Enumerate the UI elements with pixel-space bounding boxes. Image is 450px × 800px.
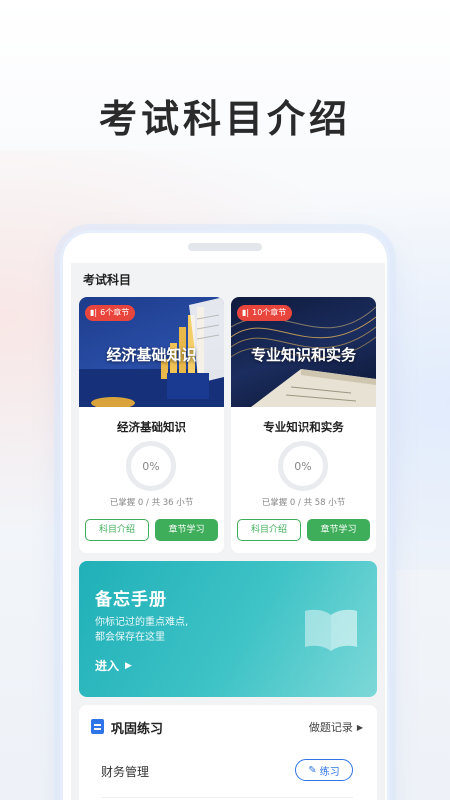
chevron-right-icon: ▶ [125, 660, 132, 671]
memo-enter-link[interactable]: 进入 ▶ [95, 657, 132, 674]
phone-frame: 考试科目 ▮| 6个章节 经济基础知识 经济基础知识 0% 已掌握 0 / 共 … [60, 230, 390, 800]
subject-card-economics[interactable]: ▮| 6个章节 经济基础知识 经济基础知识 0% 已掌握 0 / 共 36 小节… [79, 297, 224, 553]
section-title: 考试科目 [83, 273, 132, 287]
practice-button[interactable]: ✎ 练习 [295, 759, 353, 781]
progress-percent: 0% [142, 459, 160, 473]
badge-label: 10个章节 [252, 308, 287, 317]
subject-name: 经济基础知识 [117, 420, 186, 434]
badge-label: 6个章节 [100, 308, 130, 317]
subject-name: 专业知识和实务 [263, 420, 344, 434]
progress-percent: 0% [294, 459, 312, 473]
book-icon [305, 609, 357, 651]
app-screen: 考试科目 ▮| 6个章节 经济基础知识 经济基础知识 0% 已掌握 0 / 共 … [71, 263, 385, 800]
audio-icon: ▮| [90, 308, 98, 317]
subject-card-professional[interactable]: ▮| 10个章节 专业知识和实务 专业知识和实务 0% 已掌握 0 / 共 58… [231, 297, 376, 553]
memo-description: 你标记过的重点难点, 都会保存在这里 [95, 615, 188, 645]
chapter-count-badge: ▮| 6个章节 [85, 305, 136, 321]
progress-text: 已掌握 0 / 共 36 小节 [109, 498, 194, 508]
memo-desc-line2: 都会保存在这里 [95, 632, 165, 643]
practice-record-label: 做题记录 [308, 721, 353, 734]
subject-cover: ▮| 10个章节 专业知识和实务 [231, 297, 376, 407]
chevron-right-icon: ▶ [356, 722, 363, 732]
practice-title: 巩固练习 [111, 722, 164, 737]
practice-row-label: 财务管理 [101, 765, 150, 779]
memo-enter-label: 进入 [95, 659, 120, 673]
practice-record-link[interactable]: 做题记录 ▶ [309, 719, 363, 735]
clipboard-icon [91, 719, 104, 734]
progress-ring: 0% [278, 441, 328, 491]
progress-text: 已掌握 0 / 共 58 小节 [261, 498, 346, 508]
memo-handbook-banner[interactable]: 备忘手册 你标记过的重点难点, 都会保存在这里 进入 ▶ [79, 561, 377, 697]
subject-intro-button[interactable]: 科目介绍 [237, 519, 301, 541]
progress-ring: 0% [126, 441, 176, 491]
chapter-study-button[interactable]: 章节学习 [155, 519, 218, 541]
phone-notch [188, 243, 262, 251]
memo-title: 备忘手册 [95, 590, 167, 610]
subject-cover: ▮| 6个章节 经济基础知识 [79, 297, 224, 407]
cover-title: 专业知识和实务 [250, 346, 356, 364]
practice-section: 巩固练习 做题记录 ▶ 财务管理 ✎ 练习 [79, 705, 377, 800]
row-divider [101, 797, 353, 798]
page-headline: 考试科目介绍 [98, 97, 351, 141]
subject-intro-button[interactable]: 科目介绍 [85, 519, 149, 541]
chapter-study-button[interactable]: 章节学习 [307, 519, 370, 541]
practice-button-label: 练习 [319, 766, 340, 778]
pencil-icon: ✎ [308, 764, 317, 776]
chapter-count-badge: ▮| 10个章节 [237, 305, 293, 321]
audio-icon: ▮| [242, 308, 250, 317]
memo-desc-line1: 你标记过的重点难点, [95, 617, 189, 628]
cover-title: 经济基础知识 [106, 346, 197, 364]
